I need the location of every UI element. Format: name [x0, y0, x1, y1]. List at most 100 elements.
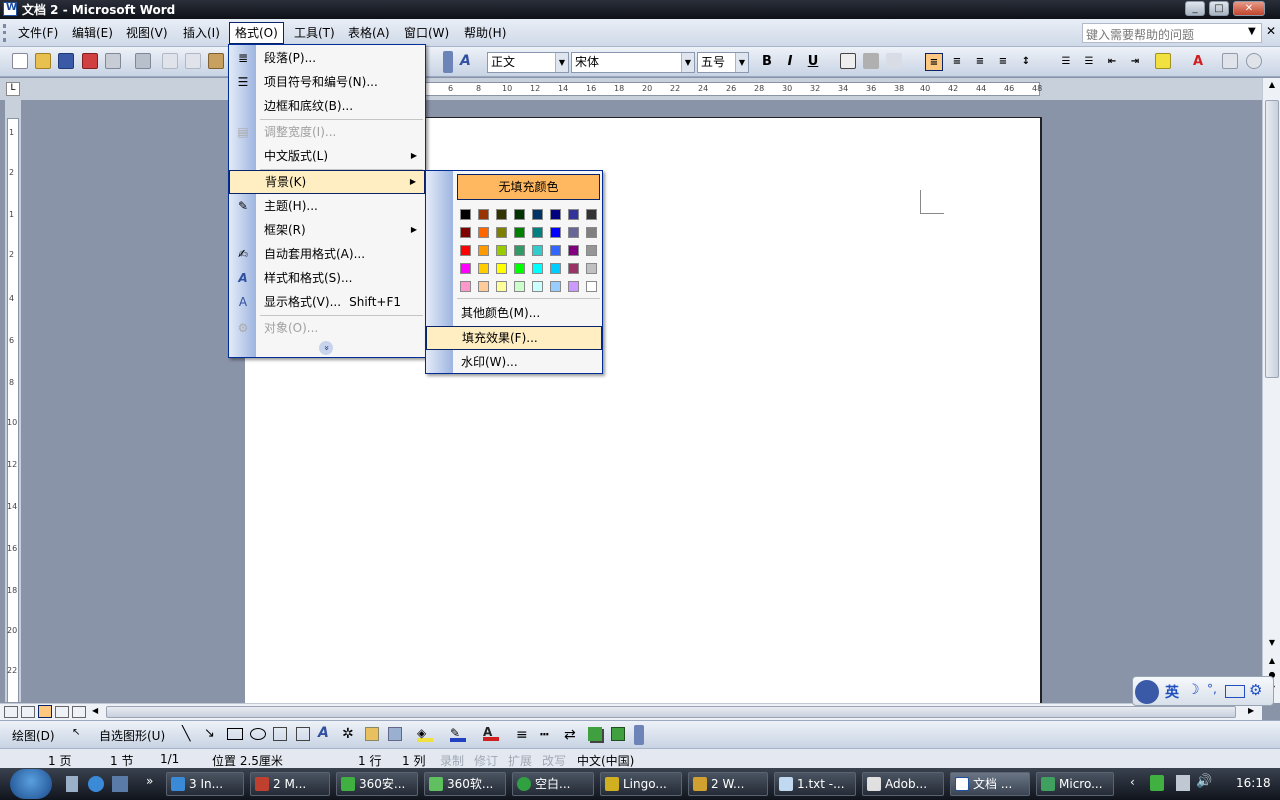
expand-menu-icon[interactable]: » — [319, 341, 333, 355]
task-word-doc[interactable]: 文档 ... — [950, 772, 1030, 796]
char-scale-icon[interactable] — [886, 53, 902, 69]
close-document-icon[interactable]: ✕ — [1266, 24, 1276, 38]
vertical-scrollbar[interactable]: ▲ ▼ ▲ ● ▼ — [1262, 78, 1280, 703]
task-lingoes[interactable]: Lingo... — [600, 772, 682, 796]
color-swatch[interactable] — [496, 281, 507, 292]
task-word-group[interactable]: 2 W... — [688, 772, 768, 796]
line-style-icon[interactable]: ≡ — [516, 727, 528, 743]
color-swatch[interactable] — [586, 263, 597, 274]
ime-toolbar[interactable]: 英 ☽ °, ⚙ — [1132, 676, 1274, 706]
menu-item-background[interactable]: 背景(K) ▶ — [229, 170, 425, 194]
enclose-chars-icon[interactable] — [1246, 53, 1262, 69]
shadow-style-icon[interactable] — [588, 727, 602, 741]
menu-item-bullets[interactable]: ☰ 项目符号和编号(N)... — [229, 70, 425, 94]
color-swatch[interactable] — [550, 263, 561, 274]
char-shading-icon[interactable] — [863, 53, 879, 69]
font-color-icon[interactable]: A — [483, 725, 499, 741]
line-color-icon[interactable]: ✎ — [450, 726, 466, 742]
menu-item-watermark[interactable]: 水印(W)... — [426, 350, 602, 374]
web-view-icon[interactable] — [21, 706, 35, 718]
picture-icon[interactable] — [388, 727, 402, 741]
task-360-soft[interactable]: 360软... — [424, 772, 506, 796]
color-swatch[interactable] — [586, 245, 597, 256]
arrow-icon[interactable]: ↘ — [204, 726, 215, 741]
align-justify-button[interactable]: ≡ — [925, 53, 943, 71]
color-swatch[interactable] — [514, 227, 525, 238]
underline-button[interactable]: U — [804, 53, 822, 71]
arrow-style-icon[interactable]: ⇄ — [564, 727, 576, 743]
task-media[interactable]: 2 M... — [250, 772, 330, 796]
color-swatch[interactable] — [514, 245, 525, 256]
bullets-button[interactable]: ☰ — [1080, 53, 1098, 71]
scroll-left-icon[interactable]: ◀ — [92, 706, 102, 718]
phonetic-guide-icon[interactable] — [1222, 53, 1238, 69]
tray-shield-icon[interactable] — [1150, 775, 1164, 791]
color-swatch[interactable] — [460, 245, 471, 256]
menu-view[interactable]: 视图(V) — [121, 24, 173, 42]
menu-edit[interactable]: 编辑(E) — [67, 24, 118, 42]
help-search-input[interactable]: 键入需要帮助的问题 — [1082, 23, 1262, 43]
show-desktop-icon[interactable] — [66, 776, 78, 792]
color-swatch[interactable] — [460, 281, 471, 292]
paste-icon[interactable] — [208, 53, 224, 69]
tray-volume-icon[interactable]: 🔊 — [1196, 774, 1212, 789]
color-swatch[interactable] — [568, 281, 579, 292]
task-360-safe[interactable]: 360安... — [336, 772, 418, 796]
color-swatch[interactable] — [532, 263, 543, 274]
italic-button[interactable]: I — [781, 53, 799, 71]
char-border-icon[interactable] — [840, 53, 856, 69]
ime-logo-icon[interactable] — [1135, 680, 1159, 704]
autoshapes-menu[interactable]: 自选图形(U) — [99, 727, 165, 744]
color-swatch[interactable] — [550, 227, 561, 238]
menu-item-borders[interactable]: 边框和底纹(B)... — [229, 94, 425, 118]
color-swatch[interactable] — [478, 209, 489, 220]
menu-item-styles[interactable]: A 样式和格式(S)... — [229, 266, 425, 290]
reading-view-icon[interactable] — [72, 706, 86, 718]
outline-view-icon[interactable] — [55, 706, 69, 718]
ime-settings-icon[interactable]: ⚙ — [1249, 681, 1262, 699]
task-notepad[interactable]: 1.txt -... — [774, 772, 856, 796]
align-center-button[interactable]: ≡ — [948, 53, 966, 71]
select-objects-icon[interactable]: ↖ — [72, 727, 80, 738]
cut-icon[interactable] — [162, 53, 178, 69]
menu-item-autoformat[interactable]: ✍ 自动套用格式(A)... — [229, 242, 425, 266]
scroll-thumb[interactable] — [1265, 100, 1279, 378]
numbering-button[interactable]: ☰ — [1057, 53, 1075, 71]
tab-selector[interactable]: L — [6, 82, 20, 96]
style-select[interactable]: 正文 ▼ — [487, 52, 569, 73]
styles-pane-icon[interactable]: A — [460, 53, 482, 71]
word-app-icon[interactable] — [3, 2, 17, 16]
start-button[interactable] — [10, 769, 52, 799]
toolbar-overflow-icon[interactable] — [443, 51, 453, 73]
color-swatch[interactable] — [586, 227, 597, 238]
bold-button[interactable]: B — [758, 53, 776, 71]
color-swatch[interactable] — [532, 209, 543, 220]
scroll-down-icon[interactable]: ▼ — [1265, 638, 1279, 652]
clipart-icon[interactable] — [365, 727, 379, 741]
menu-format[interactable]: 格式(O) — [229, 22, 284, 44]
wordart-icon[interactable]: A — [318, 725, 329, 741]
color-swatch[interactable] — [478, 227, 489, 238]
task-adobe[interactable]: Adob... — [862, 772, 944, 796]
close-button[interactable]: ✕ — [1233, 1, 1265, 16]
color-swatch[interactable] — [478, 245, 489, 256]
color-swatch[interactable] — [550, 281, 561, 292]
font-color-button[interactable]: A — [1189, 53, 1207, 71]
ime-punct-icon[interactable]: °, — [1207, 682, 1217, 696]
dash-style-icon[interactable]: ┅ — [540, 727, 548, 743]
status-ext[interactable]: 扩展 — [508, 752, 532, 769]
menu-item-more-colors[interactable]: 其他颜色(M)... — [426, 301, 602, 325]
diagram-icon[interactable]: ✲ — [342, 726, 354, 742]
color-swatch[interactable] — [460, 209, 471, 220]
task-microsoft[interactable]: Micro... — [1036, 772, 1114, 796]
minimize-button[interactable]: _ — [1185, 1, 1205, 16]
print-preview-icon[interactable] — [135, 53, 151, 69]
font-select[interactable]: 宋体 ▼ — [571, 52, 695, 73]
color-swatch[interactable] — [460, 263, 471, 274]
color-swatch[interactable] — [514, 263, 525, 274]
line-icon[interactable]: ╲ — [182, 726, 190, 742]
distributed-button[interactable]: ≡ — [994, 53, 1012, 71]
color-swatch[interactable] — [496, 227, 507, 238]
scroll-up-icon[interactable]: ▲ — [1265, 80, 1279, 94]
color-swatch[interactable] — [586, 209, 597, 220]
